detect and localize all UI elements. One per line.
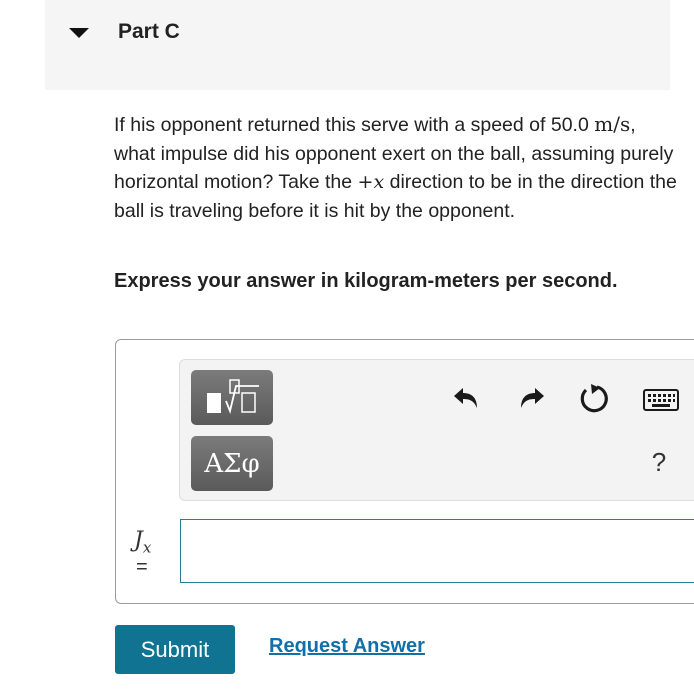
keyboard-button[interactable]: [642, 383, 680, 417]
variable-subscript: x: [142, 538, 152, 557]
speed-value: 50.0: [550, 114, 589, 136]
submit-button[interactable]: Submit: [115, 625, 235, 674]
answer-instruction: Express your answer in kilogram-meters p…: [114, 270, 618, 292]
direction-symbol: +x: [357, 171, 385, 193]
templates-icon: [207, 378, 259, 414]
question-text: If his opponent returned this serve with…: [114, 110, 679, 225]
request-answer-link[interactable]: Request Answer: [269, 635, 425, 658]
help-button[interactable]: ?: [646, 447, 672, 481]
speed-unit: m/s: [594, 112, 631, 136]
symbols-label: ΑΣφ: [204, 448, 260, 479]
reset-icon: [580, 384, 608, 413]
part-title: Part C: [118, 20, 180, 43]
equals-sign: =: [136, 556, 148, 578]
templates-button[interactable]: [191, 370, 273, 425]
undo-icon: [454, 388, 477, 408]
variable-symbol: J: [134, 528, 143, 553]
page: Part C If his opponent returned this ser…: [0, 0, 694, 700]
answer-variable-label: Jx: [134, 528, 164, 556]
redo-button[interactable]: [515, 381, 549, 415]
part-header[interactable]: [45, 0, 670, 90]
collapse-triangle-icon[interactable]: [69, 28, 89, 38]
undo-button[interactable]: [449, 381, 483, 415]
keyboard-icon: [643, 389, 679, 411]
symbols-button[interactable]: ΑΣφ: [191, 436, 273, 491]
reset-button[interactable]: [577, 381, 611, 415]
question-line-1: If his opponent returned this serve with…: [114, 114, 546, 136]
answer-input[interactable]: [180, 519, 694, 583]
redo-icon: [521, 388, 544, 408]
